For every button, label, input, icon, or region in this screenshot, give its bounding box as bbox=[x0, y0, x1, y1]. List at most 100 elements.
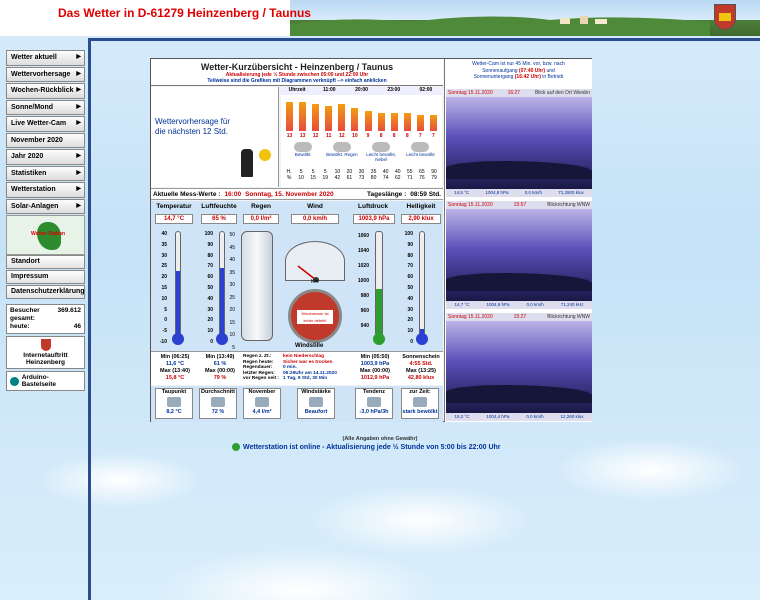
tile-avg-humidity[interactable]: Durchschnitt 72 % bbox=[199, 388, 237, 419]
forecast-intro[interactable]: Wettervorhersage für die nächsten 12 Std… bbox=[151, 87, 279, 187]
scale-tick-label: 0 bbox=[164, 317, 167, 324]
scale-tick-label: 960 bbox=[360, 308, 369, 314]
wind-speed-gauge[interactable] bbox=[285, 241, 345, 283]
tile-dewpoint[interactable]: Taupunkt 8,2 °C bbox=[155, 388, 193, 419]
tile-pressure-trend[interactable]: Tendenz -3,0 hPa/3h bbox=[355, 388, 393, 419]
nav-item-live-wetter-cam[interactable]: Live Wetter-Cam ▶ bbox=[6, 116, 85, 132]
content-frame-top bbox=[88, 38, 760, 41]
temp-scale: 40 35 30 25 20 15 10 5 0 -5 -10 bbox=[153, 229, 167, 348]
coat-of-arms-icon bbox=[40, 339, 51, 351]
scale-tick-label: 40 bbox=[407, 295, 413, 302]
arduino-icon bbox=[10, 376, 19, 386]
nav-item-wetterstation[interactable]: Wetterstation ▶ bbox=[6, 182, 85, 198]
forecast-cell: % bbox=[286, 175, 292, 181]
visitor-counter: Besucher gesamt: 369.612 heute: 46 bbox=[6, 304, 85, 334]
tile-beaufort[interactable]: Windstärke Beaufort bbox=[297, 388, 335, 419]
forecast-cell: 76 bbox=[419, 175, 425, 181]
rain-value: 0,0 l/m² bbox=[243, 214, 279, 224]
temp-thermometer[interactable] bbox=[175, 231, 181, 336]
webcam-image[interactable]: Sonntag 15.11.2020 16:27 Blick auf den Ort… bbox=[446, 89, 592, 197]
forecast-temp-bar bbox=[377, 113, 385, 131]
daylength: 08:59 Std. bbox=[410, 191, 441, 198]
scale-tick-label: 70 bbox=[207, 263, 213, 270]
nav-item-wochen-rueckblick[interactable]: Wochen-Rückblick ▶ bbox=[6, 83, 85, 99]
temp-heading: Temperatur bbox=[156, 203, 192, 210]
nav-item-wettervorhersage[interactable]: Wettervorhersage ▶ bbox=[6, 66, 85, 82]
daily-stats: Min (06:25) 11,6 °C Max (13:40) 15,8 °C … bbox=[151, 351, 443, 385]
link-datenschutz[interactable]: Datenschutzerklärung bbox=[6, 285, 85, 299]
nav-item-sonne-mond[interactable]: Sonne/Mond ▶ bbox=[6, 99, 85, 115]
scale-tick-label: 15 bbox=[161, 284, 167, 291]
scale-tick-label: 90 bbox=[407, 241, 413, 248]
scale-tick-label: 40 bbox=[207, 295, 213, 302]
rain-gauge[interactable] bbox=[241, 231, 273, 341]
brightness-bulb bbox=[416, 333, 428, 345]
link-impressum[interactable]: Impressum bbox=[6, 270, 85, 284]
forecast-cell: 10 bbox=[298, 175, 304, 181]
coat-of-arms-icon bbox=[714, 4, 736, 30]
overview-click-note: Teilweise sind die Grafiken mit Diagramm… bbox=[207, 78, 387, 84]
chevron-right-icon: ▶ bbox=[76, 87, 81, 93]
forecast-temp-label: 7 bbox=[432, 133, 435, 139]
forecast-icon-item: Leicht bewölkt bbox=[401, 142, 440, 162]
scale-tick-label: 980 bbox=[360, 293, 369, 299]
forecast-temp-label: 13 bbox=[286, 133, 293, 139]
nav-item-statistiken[interactable]: Statistiken ▶ bbox=[6, 165, 85, 181]
germany-map-link[interactable]: Wetter-Station bbox=[6, 215, 85, 255]
scale-tick-label: 90 bbox=[207, 241, 213, 248]
beaufort-icon bbox=[309, 397, 323, 407]
sun-icon bbox=[259, 149, 271, 161]
forecast-temp-bar bbox=[351, 108, 359, 131]
brightness-gauge[interactable] bbox=[419, 231, 425, 336]
pressure-gauge[interactable] bbox=[375, 231, 383, 336]
scale-tick-label: 45 bbox=[229, 244, 235, 251]
pressure-scale: 1060 1040 1020 1000 980 960 940 bbox=[351, 229, 369, 334]
chevron-right-icon: ▶ bbox=[76, 169, 81, 176]
wind-direction-compass[interactable]: Windmesser ist leider defekt! bbox=[288, 289, 342, 343]
scale-tick-label: -10 bbox=[159, 338, 167, 345]
nav-item-jahr-2020[interactable]: Jahr 2020 ▶ bbox=[6, 149, 85, 165]
webcam-image[interactable]: Sonntag 15.11.2020 15:57 Blickrichtung WNW… bbox=[446, 201, 592, 309]
thermometer-bulb bbox=[172, 333, 184, 345]
wind-value: 0,0 km/h bbox=[291, 214, 339, 224]
forecast-temp-bar bbox=[403, 113, 411, 131]
scale-tick-label: 30 bbox=[207, 306, 213, 313]
moon-cloud-icon bbox=[411, 142, 430, 152]
scale-tick-label: 1040 bbox=[357, 248, 369, 254]
forecast-icon-item: Leicht bewölkt, Nebel bbox=[362, 142, 401, 162]
forecast-temp-label: 8 bbox=[379, 133, 383, 139]
current-time: 16:00 bbox=[224, 191, 242, 198]
disclaimer: (Alle Angaben ohne Gewähr) bbox=[342, 436, 418, 442]
village-silhouette bbox=[290, 16, 710, 36]
forecast-text: Wettervorhersage für die nächsten 12 Std… bbox=[155, 117, 230, 136]
scale-tick-label: 940 bbox=[360, 323, 369, 329]
scale-tick-label: 40 bbox=[161, 231, 167, 237]
link-standort[interactable]: Standort bbox=[6, 255, 85, 269]
tile-month-rain[interactable]: November 4,4 l/m² bbox=[243, 388, 281, 419]
scale-tick-label: 10 bbox=[207, 328, 213, 335]
nav-item-wetter-aktuell[interactable]: Wetter aktuell ▶ bbox=[6, 50, 85, 66]
forecast-chart[interactable]: Uhrzeit 11:00 20:00 23:00 02:00 13 13 12 11… bbox=[281, 87, 442, 187]
nav-item-november-2020[interactable]: November 2020 bbox=[6, 132, 85, 148]
chevron-right-icon: ▶ bbox=[76, 103, 81, 110]
forecast-temp-label: 8 bbox=[405, 133, 409, 139]
scale-tick-label: 50 bbox=[207, 284, 213, 291]
pressure-value: 1003,9 hPa bbox=[353, 214, 395, 224]
forecast-temp-label: 7 bbox=[418, 133, 422, 139]
forecast-temp-label: 10 bbox=[352, 133, 358, 139]
webcam-image[interactable]: Sonntag 15.11.2020 15:27 Blickrichtung WNW… bbox=[446, 313, 592, 421]
brightness-heading: Helligkeit bbox=[406, 203, 436, 210]
heinzenberg-website-link[interactable]: Internetauftritt Heinzenberg bbox=[6, 336, 85, 369]
scale-tick-label: 1020 bbox=[357, 263, 369, 269]
scale-tick-label: 25 bbox=[161, 263, 167, 270]
scale-tick-label: 30 bbox=[407, 306, 413, 313]
tile-current-sky[interactable]: zur Zeit: stark bewölkt bbox=[401, 388, 439, 419]
nav-item-solar-anlagen[interactable]: Solar-Anlagen ▶ bbox=[6, 198, 85, 214]
forecast-cell: 42 bbox=[334, 175, 341, 181]
scale-tick-label: 35 bbox=[229, 269, 235, 276]
scale-tick-label: 60 bbox=[407, 274, 413, 281]
scale-tick-label: 10 bbox=[161, 295, 167, 302]
arduino-link[interactable]: Arduino-Bastelseite bbox=[6, 371, 85, 391]
overview-title: Wetter-Kurzübersicht - Heinzenberg / Tau… bbox=[200, 62, 394, 72]
chevron-right-icon: ▶ bbox=[76, 70, 81, 77]
